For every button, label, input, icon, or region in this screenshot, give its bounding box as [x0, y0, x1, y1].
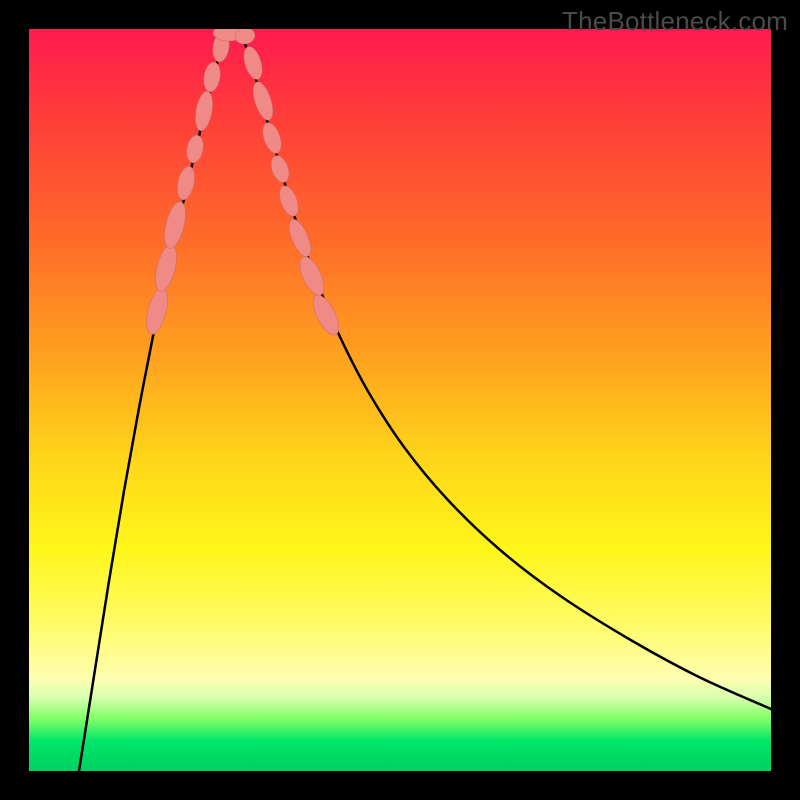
marker-left-3	[175, 165, 198, 202]
marker-plateau-1	[234, 29, 256, 46]
marker-right-1	[249, 80, 277, 123]
marker-layer	[142, 29, 344, 339]
marker-left-5	[193, 90, 216, 132]
marker-right-4	[276, 183, 302, 219]
marker-left-4	[184, 134, 205, 165]
marker-right-0	[240, 44, 265, 81]
marker-left-1	[151, 243, 180, 294]
plot-area	[29, 29, 771, 771]
chart-svg	[29, 29, 771, 771]
series-left-curve	[79, 29, 229, 771]
watermark-text: TheBottleneck.com	[562, 6, 788, 37]
marker-right-6	[295, 253, 329, 299]
marker-right-3	[268, 153, 293, 185]
marker-right-2	[259, 120, 285, 155]
marker-left-2	[160, 200, 189, 251]
series-right-curve	[239, 29, 771, 709]
marker-left-0	[142, 286, 171, 337]
marker-right-5	[285, 216, 315, 259]
curve-layer	[79, 29, 771, 771]
chart-container: TheBottleneck.com	[0, 0, 800, 800]
marker-left-6	[202, 61, 222, 93]
